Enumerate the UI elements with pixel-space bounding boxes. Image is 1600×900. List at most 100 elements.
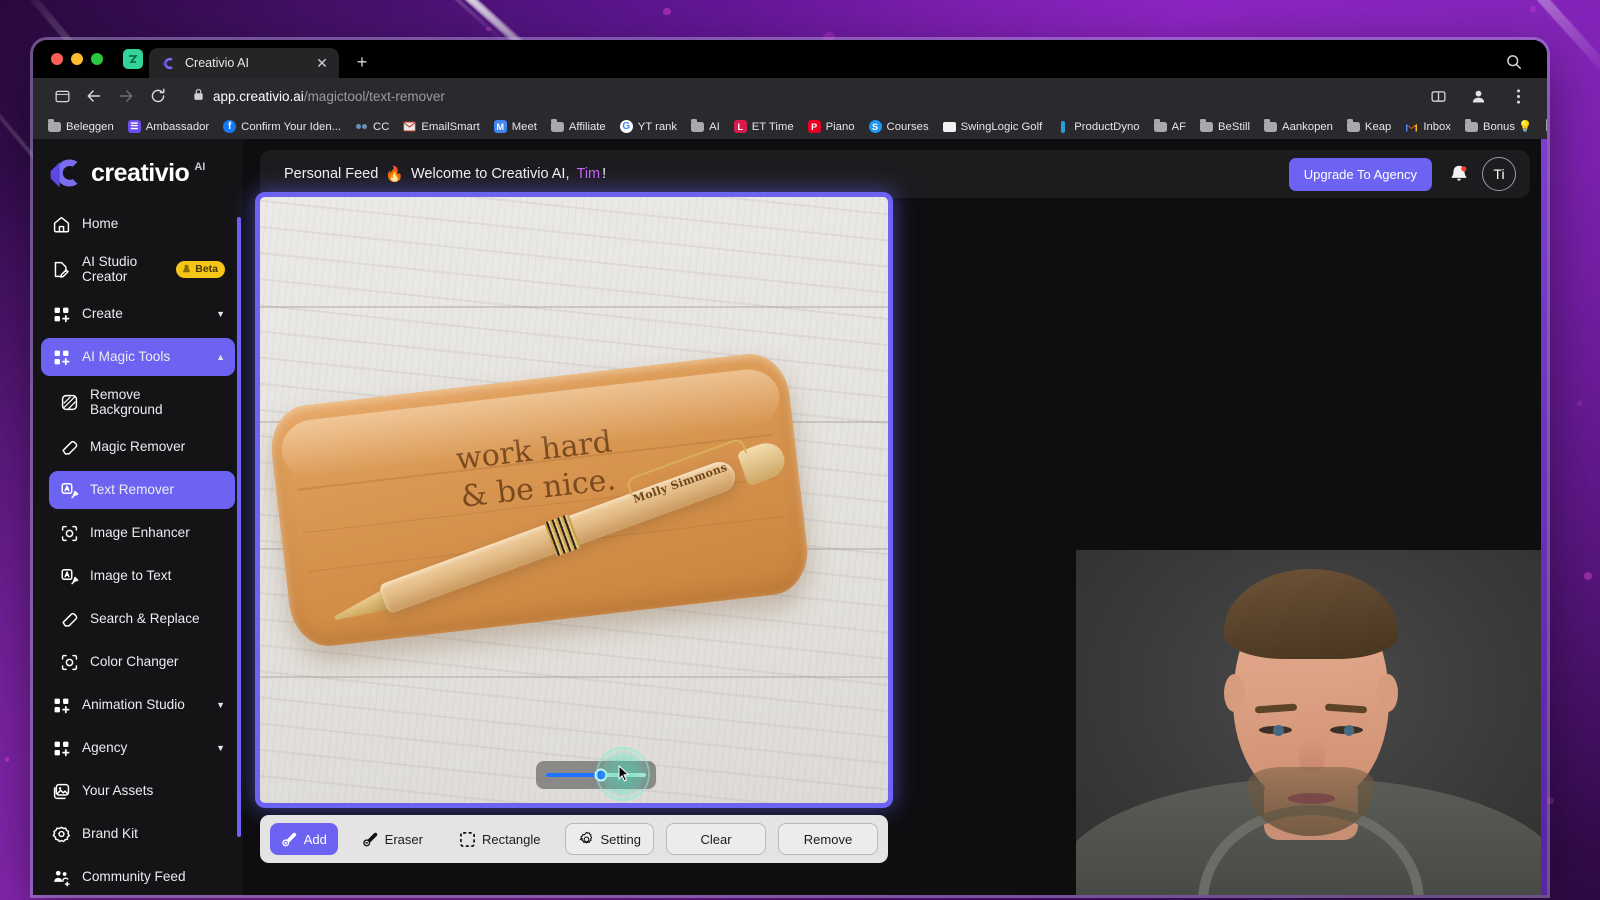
sidebar-item-animation-studio[interactable]: Animation Studio ▼: [41, 686, 235, 724]
add-button[interactable]: Add: [270, 823, 338, 855]
meet-icon: M: [493, 120, 507, 133]
window-controls[interactable]: [45, 40, 107, 78]
rectangle-button[interactable]: Rectangle: [447, 823, 553, 855]
sidebar-item-remove-background[interactable]: Remove Background: [49, 381, 235, 423]
bookmark-item[interactable]: L ET Time: [727, 118, 801, 135]
sidebar-item-color-changer[interactable]: Color Changer: [49, 643, 235, 681]
minimize-window-button[interactable]: [71, 53, 83, 65]
sidebar-item-your-assets[interactable]: Your Assets: [41, 772, 235, 810]
app-logo[interactable]: creativio AI: [33, 139, 243, 197]
mouse-pointer-icon: [618, 764, 630, 783]
folder-icon: [1546, 118, 1547, 133]
sidebar-item-search-replace[interactable]: Search & Replace: [49, 600, 235, 638]
bookmark-item[interactable]: Beleggen: [41, 118, 121, 135]
flame-icon: 🔥: [385, 166, 404, 183]
upgrade-to-agency-button[interactable]: Upgrade To Agency: [1288, 157, 1432, 191]
clear-button[interactable]: Clear: [666, 823, 766, 855]
page-title: Personal Feed 🔥 Welcome to Creativio AI,…: [284, 165, 606, 183]
sidebar-item-community-feed[interactable]: Community Feed: [41, 858, 235, 895]
bookmark-item[interactable]: P Piano: [801, 118, 862, 135]
app-main: Personal Feed 🔥 Welcome to Creativio AI,…: [243, 139, 1547, 895]
sidebar-item-create[interactable]: Create ▼: [41, 295, 235, 333]
bookmark-item[interactable]: Bonus 💡: [1458, 118, 1539, 135]
bookmark-item[interactable]: M Meet: [487, 118, 544, 135]
bookmark-item[interactable]: S Courses: [862, 118, 936, 135]
bookmark-item[interactable]: Affiliate: [544, 118, 613, 135]
bookmark-label: YT rank: [637, 120, 678, 133]
chevron-down-icon[interactable]: ▼: [216, 309, 225, 319]
sidepanel-icon[interactable]: [47, 81, 77, 111]
bookmark-item[interactable]: EmailSmart: [396, 118, 486, 135]
s-icon: S: [868, 120, 882, 133]
sidebar-item-ai-magic-tools[interactable]: AI Magic Tools ▲: [41, 338, 235, 376]
kebab-menu-icon[interactable]: [1503, 81, 1533, 111]
bookmark-item[interactable]: SwingLogic Golf: [936, 118, 1050, 135]
avatar[interactable]: Ti: [1482, 157, 1516, 191]
folder-icon: [1346, 118, 1360, 133]
sidebar-item-brand-kit[interactable]: Brand Kit: [41, 815, 235, 853]
sidebar-scrollbar[interactable]: [237, 217, 241, 837]
app-topbar: Personal Feed 🔥 Welcome to Creativio AI,…: [260, 150, 1530, 198]
sidebar-item-home[interactable]: Home: [41, 205, 235, 243]
extension-icon[interactable]: [123, 49, 143, 69]
image-canvas[interactable]: work hard & be nice. Molly Simmons: [260, 197, 888, 803]
bookmark-item[interactable]: CC: [348, 118, 396, 135]
sidebar-item-magic-remover[interactable]: Magic Remover: [49, 428, 235, 466]
greeting-prefix: Personal Feed: [284, 166, 379, 182]
chevron-up-icon[interactable]: ▲: [216, 352, 225, 362]
bookmark-label: EmailSmart: [421, 120, 480, 133]
bookmark-item[interactable]: f Confirm Your Iden...: [216, 118, 348, 135]
browser-tab-title: Creativio AI: [185, 56, 249, 70]
bookmark-item[interactable]: AI: [684, 118, 727, 135]
editor-toolbar: Add Eraser Rectangle Setting Clear Remove: [260, 815, 888, 863]
profile-icon[interactable]: [1463, 81, 1493, 111]
back-button[interactable]: [79, 81, 109, 111]
bookmark-item[interactable]: ProductDyno: [1049, 118, 1146, 135]
new-tab-button[interactable]: +: [349, 49, 375, 75]
sidebar-item-ai-studio-creator[interactable]: AI Studio Creator Beta: [41, 248, 235, 290]
bookmark-item[interactable]: Inbox: [1398, 118, 1458, 135]
chevron-down-icon[interactable]: ▼: [216, 700, 225, 710]
sidebar-item-label: Community Feed: [82, 869, 186, 885]
image-to-text-icon: [59, 566, 79, 586]
rectangle-button-label: Rectangle: [481, 831, 541, 847]
notification-bell-icon[interactable]: [1446, 161, 1472, 187]
bookmark-label: Affiliate: [568, 120, 606, 133]
lock-icon: [193, 88, 204, 104]
bookmark-item[interactable]: G YT rank: [613, 118, 684, 135]
dashed-rectangle-icon: [459, 831, 476, 848]
url-path: /magictool/text-remover: [303, 88, 445, 104]
setting-button[interactable]: Setting: [564, 823, 654, 855]
bookmark-item[interactable]: Youtube: [1539, 118, 1547, 135]
remove-button[interactable]: Remove: [778, 823, 878, 855]
sidebar-item-label: Text Remover: [90, 482, 174, 498]
sidebar-item-label: Image to Text: [90, 568, 172, 584]
grid-sparkle-icon: [51, 347, 71, 367]
tab-search-icon[interactable]: [1505, 53, 1523, 71]
bookmark-item[interactable]: AF: [1147, 118, 1193, 135]
sidebar-item-text-remover[interactable]: Text Remover: [49, 471, 235, 509]
bookmark-label: BeStill: [1218, 120, 1251, 133]
setting-button-label: Setting: [600, 831, 641, 847]
sidebar-item-label: Color Changer: [90, 654, 179, 670]
split-view-icon[interactable]: [1423, 81, 1453, 111]
maximize-window-button[interactable]: [91, 53, 103, 65]
forward-button[interactable]: [111, 81, 141, 111]
close-window-button[interactable]: [51, 53, 63, 65]
bookmark-item[interactable]: BeStill: [1193, 118, 1257, 135]
close-icon[interactable]: ✕: [314, 55, 330, 71]
address-bar[interactable]: app.creativio.ai/magictool/text-remover: [175, 88, 1421, 104]
sidebar-item-image-to-text[interactable]: Image to Text: [49, 557, 235, 595]
sidebar-item-image-enhancer[interactable]: Image Enhancer: [49, 514, 235, 552]
bookmark-item[interactable]: ☰ Ambassador: [121, 118, 216, 135]
bookmark-label: Courses: [886, 120, 929, 133]
sidebar-item-agency[interactable]: Agency ▼: [41, 729, 235, 767]
eraser-button[interactable]: Eraser: [350, 823, 435, 855]
eraser-icon: [59, 437, 79, 457]
bookmark-item[interactable]: Aankopen: [1257, 118, 1340, 135]
sidebar-item-label: Search & Replace: [90, 611, 200, 627]
bookmark-item[interactable]: Keap: [1340, 118, 1398, 135]
chevron-down-icon[interactable]: ▼: [216, 743, 225, 753]
browser-tab[interactable]: Creativio AI ✕: [149, 48, 339, 78]
reload-button[interactable]: [143, 81, 173, 111]
